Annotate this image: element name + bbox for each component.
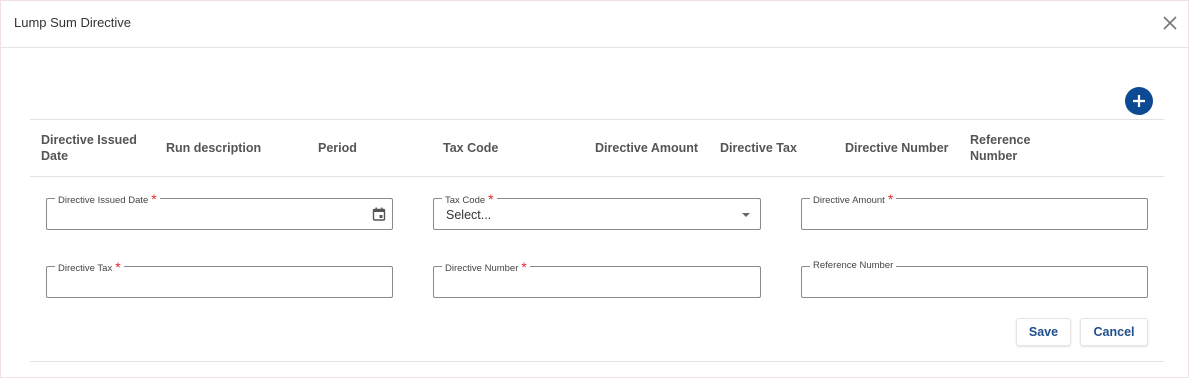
directive-tax-label: Directive Tax * <box>55 260 124 275</box>
dialog-header: Lump Sum Directive <box>1 1 1188 48</box>
column-header-directive-amount: Directive Amount <box>595 141 699 155</box>
directive-amount-field[interactable]: Directive Amount * <box>801 192 1148 230</box>
lump-sum-directive-dialog: Lump Sum Directive Directive Issued Date… <box>0 0 1189 378</box>
issued-date-label: Directive Issued Date * <box>55 192 160 207</box>
footer-divider <box>30 361 1164 362</box>
directive-amount-label: Directive Amount * <box>810 192 897 207</box>
close-button[interactable] <box>1160 13 1180 33</box>
column-header-directive-number: Directive Number <box>845 141 949 155</box>
table-header-row: Directive Issued Date Run description Pe… <box>30 119 1164 177</box>
close-icon <box>1163 16 1177 30</box>
add-row-button[interactable] <box>1125 87 1153 115</box>
reference-number-label: Reference Number <box>810 260 897 272</box>
column-header-reference-number: Reference Number <box>970 133 1031 163</box>
dialog-title: Lump Sum Directive <box>14 15 132 30</box>
directive-tax-field[interactable]: Directive Tax * <box>46 260 393 298</box>
reference-number-field[interactable]: Reference Number <box>801 260 1148 298</box>
tax-code-label: Tax Code * <box>442 192 497 207</box>
save-button[interactable]: Save <box>1016 318 1071 346</box>
directive-number-field[interactable]: Directive Number * <box>433 260 761 298</box>
column-header-run-description: Run description <box>166 141 262 155</box>
calendar-icon[interactable] <box>372 207 386 226</box>
column-header-issued-date: Directive Issued Date <box>41 133 137 163</box>
column-header-tax-code: Tax Code <box>443 141 499 155</box>
column-header-period: Period <box>318 141 357 155</box>
cancel-button[interactable]: Cancel <box>1080 318 1148 346</box>
issued-date-field[interactable]: Directive Issued Date * <box>46 192 393 230</box>
tax-code-value: Select... <box>446 208 492 222</box>
column-header-directive-tax: Directive Tax <box>720 141 797 155</box>
plus-icon <box>1133 95 1145 107</box>
chevron-down-icon <box>742 213 750 217</box>
directive-number-label: Directive Number * <box>442 260 530 275</box>
tax-code-select[interactable]: Tax Code * Select... <box>433 192 761 230</box>
